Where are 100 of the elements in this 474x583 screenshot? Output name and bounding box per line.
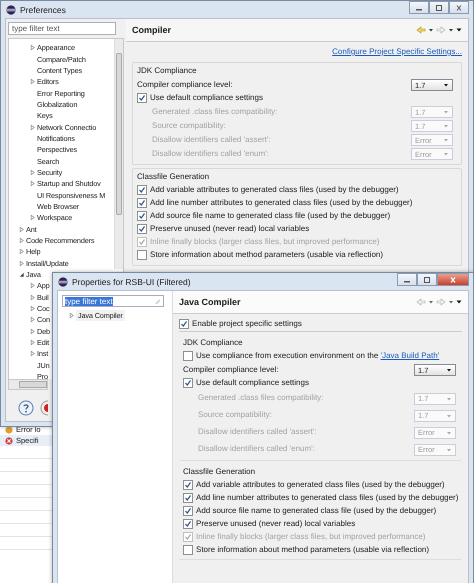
expand-arrow-icon[interactable] [29, 339, 36, 346]
close-icon [454, 4, 464, 12]
field-label: Generated .class files compatibility: [152, 106, 278, 116]
checkbox-label: Use default compliance settings [196, 378, 309, 387]
checkbox-label: Add variable attributes to generated class files (used by the debugger) [196, 480, 445, 489]
filter-field[interactable]: type filter text [62, 295, 164, 307]
expand-arrow-icon[interactable] [29, 350, 36, 358]
expand-arrow-icon[interactable] [29, 180, 36, 188]
field-label: Compiler compliance level: [183, 364, 279, 374]
error-icon [5, 436, 13, 444]
caret-icon[interactable] [448, 299, 454, 305]
checkbox[interactable] [183, 544, 193, 554]
window-title: Properties for RSB-UI (Filtered) [72, 276, 191, 286]
checkbox-label: Use compliance from execution environment on the 'Java Build Path' [196, 351, 440, 360]
checkbox[interactable] [137, 92, 147, 102]
expand-arrow-icon[interactable] [18, 226, 25, 233]
expand-arrow-icon[interactable] [29, 294, 36, 301]
checkbox[interactable] [183, 378, 193, 388]
expand-arrow-icon[interactable] [29, 78, 36, 86]
checkbox-label: Inline finally blocks (larger class files, but improved performance) [196, 532, 426, 541]
checkbox-label: Add line number attributes to generated class files (used by the debugger) [196, 493, 458, 502]
checkbox-label: Use default compliance settings [150, 93, 263, 102]
configure-settings-link[interactable]: Configure Project Specific Settings... [332, 47, 462, 56]
caret-icon [443, 123, 449, 129]
checkbox-label: Store information about method parameters (usable via reflection) [150, 250, 384, 259]
checkbox[interactable] [179, 318, 189, 328]
group-heading: Classfile Generation [137, 171, 210, 183]
caret-icon [443, 151, 449, 157]
expand-arrow-icon[interactable] [29, 44, 36, 52]
window-title: Preferences [20, 4, 66, 14]
caret-icon[interactable] [428, 27, 434, 33]
close-button[interactable] [437, 273, 469, 286]
field-label: Disallow identifiers called 'enum': [152, 148, 269, 158]
expand-arrow-icon[interactable] [29, 214, 36, 222]
checkbox-label: Inline finally blocks (larger class files, but improved performance) [150, 237, 380, 246]
field-label: Source compatibility: [198, 410, 272, 419]
caret-icon [446, 412, 452, 418]
checkbox[interactable] [183, 480, 193, 490]
page-title: Compiler [132, 25, 172, 35]
expand-arrow-icon[interactable] [29, 328, 36, 335]
field-label: Generated .class files compatibility: [198, 393, 324, 402]
expand-arrow-icon[interactable] [29, 124, 36, 131]
checkbox[interactable] [137, 210, 147, 220]
field-label: Disallow identifiers called 'assert': [198, 427, 317, 436]
checkbox-label: Add variable attributes to generated class files (used by the debugger) [150, 185, 399, 194]
expand-arrow-icon[interactable] [18, 260, 25, 267]
menu-caret-icon[interactable] [456, 27, 462, 33]
caret-icon[interactable] [428, 299, 434, 305]
app-logo-icon [58, 276, 68, 286]
checkbox[interactable] [183, 506, 193, 516]
caret-icon [443, 82, 449, 88]
checkbox[interactable] [137, 198, 147, 208]
caret-icon [446, 396, 452, 402]
warning-icon [5, 426, 13, 434]
checkbox[interactable] [183, 350, 193, 360]
maximize-icon [422, 276, 432, 284]
expand-arrow-icon[interactable] [29, 282, 36, 290]
checkbox-label: Add source file name to generated class file (used by the debugger) [196, 506, 436, 515]
field-label: Disallow identifiers called 'enum': [198, 444, 315, 453]
checkbox[interactable] [137, 250, 147, 260]
menu-caret-icon[interactable] [456, 299, 462, 305]
maximize-button[interactable] [429, 1, 449, 14]
collapse-arrow-icon[interactable] [18, 271, 25, 278]
minimize-button[interactable] [409, 1, 429, 14]
checkbox[interactable] [137, 184, 147, 194]
field-label: Compiler compliance level: [137, 80, 233, 88]
expand-arrow-icon[interactable] [29, 168, 36, 176]
checkbox-label: Preserve unused (never read) local variables [150, 224, 310, 233]
expand-arrow-icon[interactable] [29, 305, 36, 312]
app-logo-icon [6, 4, 16, 14]
checkbox[interactable] [137, 224, 147, 234]
checkbox-label: Enable project specific settings [192, 319, 302, 328]
expand-arrow-icon[interactable] [29, 316, 36, 324]
vertical-scrollbar[interactable] [114, 39, 123, 269]
caret-icon [443, 109, 449, 115]
minimize-button[interactable] [397, 273, 417, 286]
maximize-button[interactable] [417, 273, 437, 286]
horizontal-scrollbar[interactable] [8, 379, 48, 390]
expand-arrow-icon[interactable] [18, 248, 25, 256]
caret-icon[interactable] [448, 27, 454, 33]
maximize-icon [434, 4, 444, 12]
page-title: Java Compiler [179, 297, 241, 307]
checkbox-label: Store information about method parameters (usable via reflection) [196, 545, 430, 554]
checkbox[interactable] [183, 492, 193, 502]
checkbox-label: Add source file name to generated class file (used by the debugger) [150, 211, 390, 220]
java-build-path-link[interactable]: 'Java Build Path' [380, 351, 440, 360]
field-label: Disallow identifiers called 'assert': [152, 134, 271, 144]
expand-arrow-icon[interactable] [68, 312, 75, 320]
help-icon [18, 400, 34, 416]
group-heading: JDK Compliance [183, 337, 244, 349]
group-heading: Classfile Generation [183, 466, 256, 478]
group-heading: JDK Compliance [137, 65, 198, 77]
expand-arrow-icon[interactable] [18, 237, 25, 244]
filter-field[interactable]: type filter text [8, 22, 116, 35]
checkbox[interactable] [183, 518, 193, 528]
help-button[interactable] [18, 400, 34, 416]
close-button[interactable] [449, 1, 469, 14]
caret-icon [443, 137, 449, 143]
checkbox-label: Add line number attributes to generated class files (used by the debugger) [150, 198, 412, 207]
caret-icon [446, 367, 452, 373]
